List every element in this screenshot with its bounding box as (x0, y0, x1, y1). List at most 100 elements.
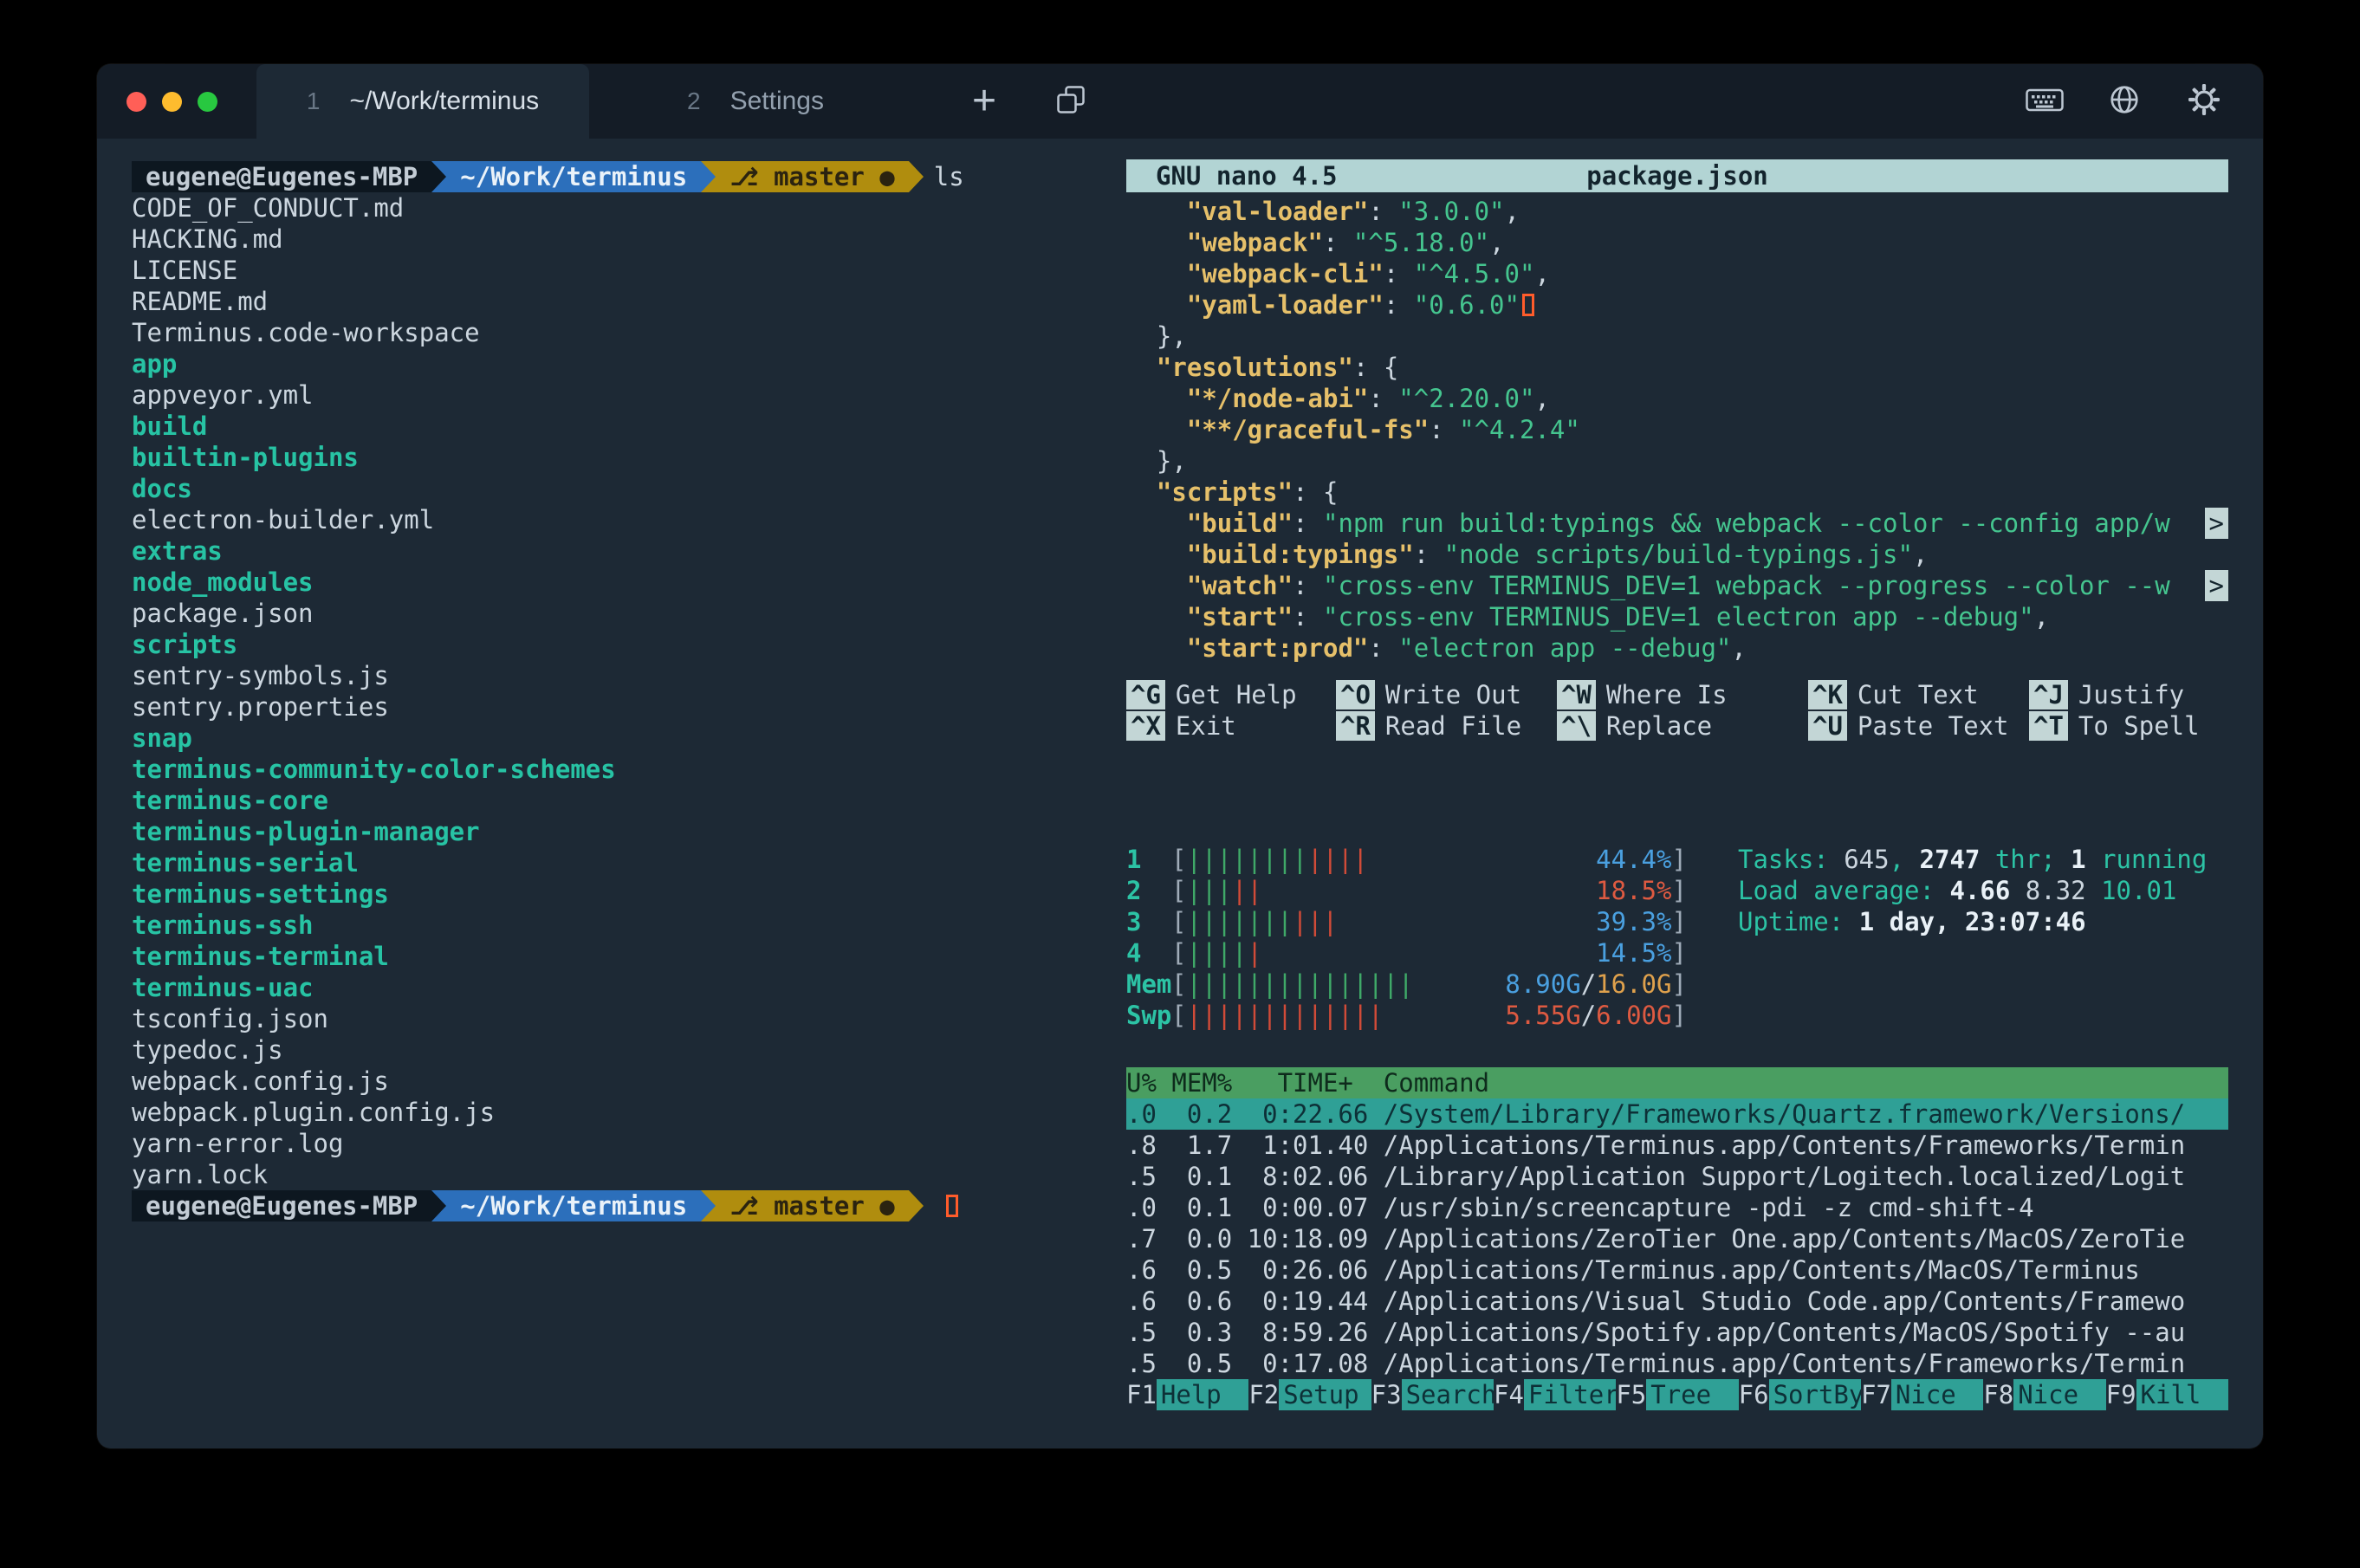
file-name: webpack.plugin.config.js (132, 1098, 495, 1127)
text-segment: "start:prod" (1187, 633, 1369, 663)
terminal-cursor (946, 1195, 958, 1217)
nano-line: "start": "cross-env TERMINUS_DEV=1 elect… (1126, 601, 2228, 632)
text-segment: running (2086, 845, 2208, 874)
text-segment (1126, 540, 1187, 569)
shortcut-label: Where Is (1606, 680, 1728, 709)
text-segment: "electron app --debug" (1398, 633, 1731, 663)
new-window-button[interactable] (1047, 77, 1095, 126)
meter-row: 3[||||||||||39.3%] (1126, 906, 1715, 937)
directory-name: terminus-terminal (132, 942, 389, 971)
meter-bracket: ] (1671, 969, 1686, 999)
powerline-arrow (431, 1190, 446, 1221)
directory-name: extras (132, 536, 223, 566)
text-segment: "3.0.0" (1398, 197, 1504, 226)
directory-name: terminus-uac (132, 973, 314, 1002)
file-name: typedoc.js (132, 1035, 283, 1065)
text-segment: : (1293, 602, 1323, 632)
file-entry: terminus-terminal (132, 941, 964, 972)
function-key-number: F5 (1616, 1379, 1646, 1410)
text-segment (1126, 290, 1187, 320)
meter-bracket: [ (1171, 938, 1186, 968)
text-segment: 2747 (1920, 845, 1981, 874)
text-segment: Tasks: (1738, 845, 1844, 874)
process-row: .7 0.0 10:18.09 /Applications/ZeroTier O… (1126, 1223, 2228, 1254)
text-segment: , (1489, 228, 1504, 257)
file-entry: CODE_OF_CONDUCT.md (132, 192, 964, 224)
text-segment: : { (1293, 477, 1338, 507)
text-segment: thr; (1980, 845, 2071, 874)
meter-bracket: ] (1671, 938, 1686, 968)
new-tab-button[interactable]: + (960, 77, 1008, 126)
text-segment: "webpack-cli" (1187, 259, 1384, 288)
terminal-content: eugene@Eugenes-MBP~/Work/terminus⎇ maste… (97, 139, 2263, 1448)
nano-line: "*/node-abi": "^2.20.0", (1126, 383, 2228, 414)
text-segment: 4.66 (1949, 876, 2025, 905)
prompt-segment: eugene@Eugenes-MBP (132, 161, 431, 192)
file-entry: Terminus.code-workspace (132, 317, 964, 348)
function-key-number: F2 (1248, 1379, 1279, 1410)
stat-line: Tasks: 645, 2747 thr; 1 running (1738, 844, 2207, 875)
file-entry: sentry-symbols.js (132, 660, 964, 691)
minimize-button[interactable] (162, 92, 182, 112)
cpu-memory-meters: 1[||||||||||||44.4%]2[|||||18.5%]3[|||||… (1126, 844, 1715, 1031)
language-button[interactable] (2100, 77, 2149, 126)
meter-label: 2 (1126, 875, 1171, 906)
terminal-pane-tools[interactable]: GNU nano 4.5 package.json "val-loader": … (1126, 159, 2228, 1410)
meter-bracket: [ (1171, 969, 1186, 999)
text-segment: : (1429, 415, 1459, 444)
process-row: .5 0.1 8:02.06 /Library/Application Supp… (1126, 1161, 2228, 1192)
nano-editor-body: "val-loader": "3.0.0", "webpack": "^5.18… (1126, 196, 2228, 664)
terminal-pane-shell[interactable]: eugene@Eugenes-MBP~/Work/terminus⎇ maste… (132, 161, 964, 1221)
keyboard-shortcuts-button[interactable] (2020, 77, 2069, 126)
meter-row: 4[|||||14.5%] (1126, 937, 1715, 969)
nano-line: "scripts": { (1126, 476, 2228, 508)
tab-terminal[interactable]: 1 ~/Work/terminus (256, 64, 589, 139)
nano-line: "build": "npm run build:typings && webpa… (1126, 508, 2228, 539)
directory-name: terminus-core (132, 786, 328, 815)
text-segment (1126, 415, 1187, 444)
meter-bar-fill: |||||||| (1186, 845, 1307, 874)
meter-value-part: 39.3% (1596, 907, 1671, 936)
maximize-button[interactable] (198, 92, 217, 112)
powerline-arrow (909, 161, 924, 192)
settings-button[interactable] (2180, 77, 2228, 126)
tab-settings[interactable]: 2 Settings (589, 64, 922, 139)
meter-value: 18.5% (1596, 875, 1671, 906)
tab-label: Settings (730, 87, 824, 116)
meter-bar-fill: |||| (1186, 938, 1247, 968)
text-segment: : (1384, 259, 1414, 288)
text-segment: "node scripts/build-typings.js" (1444, 540, 1913, 569)
file-entry: electron-builder.yml (132, 504, 964, 535)
file-name: Terminus.code-workspace (132, 318, 480, 347)
file-entry: terminus-settings (132, 878, 964, 910)
shortcut-key: ^J (2029, 680, 2068, 709)
tab-label: ~/Work/terminus (349, 87, 539, 116)
file-name: yarn-error.log (132, 1129, 343, 1158)
meter-value-part: 16.0G (1596, 969, 1671, 999)
nano-line: "resolutions": { (1126, 352, 2228, 383)
nano-line: }, (1126, 321, 2228, 352)
shortcut-label: Paste Text (1858, 711, 2009, 741)
text-segment: 8.32 (2026, 876, 2101, 905)
text-segment: , (1505, 197, 1520, 226)
meter-bracket: [ (1171, 845, 1186, 874)
file-entry: snap (132, 722, 964, 754)
close-button[interactable] (126, 92, 146, 112)
directory-name: node_modules (132, 567, 314, 597)
file-entry: extras (132, 535, 964, 567)
file-name: tsconfig.json (132, 1004, 328, 1033)
file-entry: app (132, 348, 964, 379)
directory-name: snap (132, 723, 192, 753)
meter-track: |||||18.5% (1186, 875, 1671, 906)
process-row: .5 0.5 0:17.08 /Applications/Terminus.ap… (1126, 1348, 2228, 1379)
meter-track: |||||14.5% (1186, 937, 1671, 969)
file-name: appveyor.yml (132, 380, 314, 410)
file-entry: appveyor.yml (132, 379, 964, 411)
htop-function-key-bar: F1HelpF2SetupF3SearchF4FilterF5TreeF6Sor… (1126, 1379, 2228, 1410)
meter-bracket: ] (1671, 1001, 1686, 1030)
text-segment: "^4.2.4" (1459, 415, 1580, 444)
file-entry: terminus-serial (132, 847, 964, 878)
shortcut-label: Get Help (1176, 680, 1297, 709)
text-cursor (1522, 294, 1534, 316)
file-entry: scripts (132, 629, 964, 660)
